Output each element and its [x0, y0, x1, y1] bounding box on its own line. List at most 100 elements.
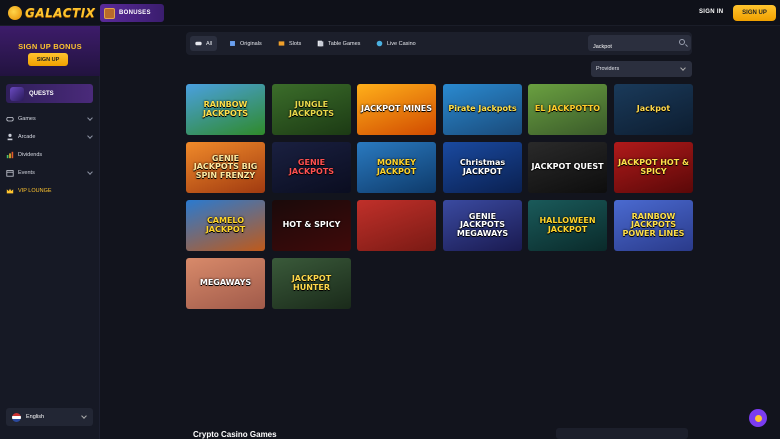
chevron-down-icon	[81, 413, 87, 419]
gamepad-icon	[6, 117, 14, 122]
sidebar: SIGN UP BONUS SIGN UP QUESTS Games Arcad…	[0, 26, 100, 439]
tab-originals[interactable]: Originals	[224, 36, 267, 51]
game-card[interactable]: HOT & SPICY	[272, 200, 351, 251]
slot-icon	[278, 41, 285, 46]
sign-up-button[interactable]: SIGN UP	[733, 5, 776, 21]
game-card[interactable]: Christmas JACKPOT	[443, 142, 522, 193]
gamepad-icon	[195, 41, 202, 46]
language-select[interactable]: English	[6, 408, 93, 426]
search-input[interactable]	[593, 39, 673, 55]
tab-label: All	[206, 40, 213, 47]
providers-label: Providers	[596, 66, 620, 72]
tab-live-casino[interactable]: Live Casino	[371, 36, 421, 51]
chevron-down-icon	[680, 65, 686, 71]
game-title: JUNGLE JACKPOTS	[288, 100, 335, 118]
quests-button[interactable]: QUESTS	[6, 84, 93, 103]
chat-icon	[754, 414, 762, 422]
us-flag-icon	[12, 412, 21, 422]
game-card[interactable]: EL JACKPOTTO	[528, 84, 607, 135]
promo-title: SIGN UP BONUS	[18, 42, 82, 51]
game-card[interactable]	[357, 200, 436, 251]
sidebar-item-label: Dividends	[18, 152, 43, 158]
game-card[interactable]: JUNGLE JACKPOTS	[272, 84, 351, 135]
tab-slots[interactable]: Slots	[273, 36, 306, 51]
game-title: EL JACKPOTTO	[534, 104, 601, 114]
game-card[interactable]: MEGAWAYS	[186, 258, 265, 309]
game-card[interactable]: RAINBOW JACKPOTS POWER LINES	[614, 200, 693, 251]
game-card[interactable]: GENIE JACKPOTS BIG SPIN FRENZY	[186, 142, 265, 193]
calendar-icon	[6, 170, 14, 177]
game-title: RAINBOW JACKPOTS	[202, 100, 249, 118]
game-title: CAMELO JACKPOT	[205, 216, 246, 234]
game-title: HALLOWEEN JACKPOT	[539, 216, 596, 234]
chevron-down-icon	[87, 169, 93, 175]
game-title: JACKPOT QUEST	[531, 162, 604, 172]
chat-support-button[interactable]	[749, 409, 767, 427]
tab-all[interactable]: All	[190, 36, 218, 51]
game-card[interactable]: Jackpot	[614, 84, 693, 135]
sidebar-item-dividends[interactable]: Dividends	[6, 146, 94, 164]
cards-icon	[317, 40, 324, 47]
tab-table-games[interactable]: Table Games	[312, 36, 365, 51]
game-card[interactable]: Pirate Jackpots	[443, 84, 522, 135]
game-title: GENIE JACKPOTS MEGAWAYS	[456, 211, 509, 238]
logo-icon	[8, 6, 22, 20]
game-card[interactable]: RAINBOW JACKPOTS	[186, 84, 265, 135]
tab-label: Table Games	[328, 40, 361, 47]
section-title: Crypto Casino Games	[193, 430, 277, 439]
logo-text: GALACTIX	[25, 6, 96, 20]
globe-icon	[376, 40, 383, 47]
game-card[interactable]: JACKPOT MINES	[357, 84, 436, 135]
bonuses-label: BONUSES	[119, 10, 151, 16]
tab-label: Slots	[289, 40, 302, 47]
tab-label: Live Casino	[387, 40, 416, 47]
game-title: JACKPOT HOT & SPICY	[618, 158, 689, 176]
game-title: RAINBOW JACKPOTS POWER LINES	[622, 211, 685, 238]
chevron-down-icon	[87, 133, 93, 139]
game-title: GENIE JACKPOTS	[288, 158, 335, 176]
crown-icon	[6, 188, 14, 194]
game-card[interactable]: JACKPOT HOT & SPICY	[614, 142, 693, 193]
game-title: MONKEY JACKPOT	[376, 158, 417, 176]
game-card[interactable]: GENIE JACKPOTS MEGAWAYS	[443, 200, 522, 251]
chevron-down-icon	[87, 115, 93, 121]
game-title: Pirate Jackpots	[448, 104, 517, 114]
sidebar-item-label: Games	[18, 116, 36, 122]
cube-icon	[230, 41, 235, 46]
signup-bonus-banner: SIGN UP BONUS SIGN UP	[0, 26, 100, 76]
gift-icon	[104, 7, 115, 19]
search-box[interactable]	[588, 35, 691, 55]
quests-label: QUESTS	[29, 90, 54, 97]
game-title: HOT & SPICY	[282, 220, 341, 230]
sidebar-item-arcade[interactable]: Arcade	[6, 128, 94, 146]
game-title: GENIE JACKPOTS BIG SPIN FRENZY	[193, 153, 258, 180]
promo-sign-up-button[interactable]: SIGN UP	[28, 53, 68, 66]
bar-chart-icon	[6, 151, 14, 159]
top-bar: GALACTIX BONUSES SIGN IN SIGN UP	[0, 0, 780, 26]
sidebar-item-games[interactable]: Games	[6, 110, 94, 128]
sidebar-nav: Games Arcade Dividends Events VIP LOUNGE	[6, 110, 94, 200]
game-card[interactable]: JACKPOT QUEST	[528, 142, 607, 193]
game-card[interactable]: GENIE JACKPOTS	[272, 142, 351, 193]
sidebar-item-vip-lounge[interactable]: VIP LOUNGE	[6, 182, 94, 200]
sidebar-item-events[interactable]: Events	[6, 164, 94, 182]
quests-icon	[10, 86, 24, 101]
game-title: MEGAWAYS	[199, 278, 252, 288]
language-label: English	[26, 414, 45, 420]
providers-dropdown[interactable]: Providers	[591, 61, 692, 77]
sidebar-item-label: VIP LOUNGE	[18, 188, 52, 194]
bonuses-button[interactable]: BONUSES	[100, 4, 164, 22]
game-card[interactable]: CAMELO JACKPOT	[186, 200, 265, 251]
sidebar-item-label: Arcade	[18, 134, 36, 140]
game-title: Jackpot	[636, 104, 671, 114]
sign-in-link[interactable]: SIGN IN	[699, 9, 723, 15]
search-icon[interactable]	[679, 39, 685, 45]
game-title: JACKPOT HUNTER	[291, 274, 332, 292]
game-card[interactable]: MONKEY JACKPOT	[357, 142, 436, 193]
brand-logo[interactable]: GALACTIX	[8, 5, 95, 21]
game-title: JACKPOT MINES	[360, 104, 432, 114]
joystick-icon	[7, 133, 13, 141]
footer-panel	[556, 428, 688, 439]
game-card[interactable]: JACKPOT HUNTER	[272, 258, 351, 309]
game-card[interactable]: HALLOWEEN JACKPOT	[528, 200, 607, 251]
